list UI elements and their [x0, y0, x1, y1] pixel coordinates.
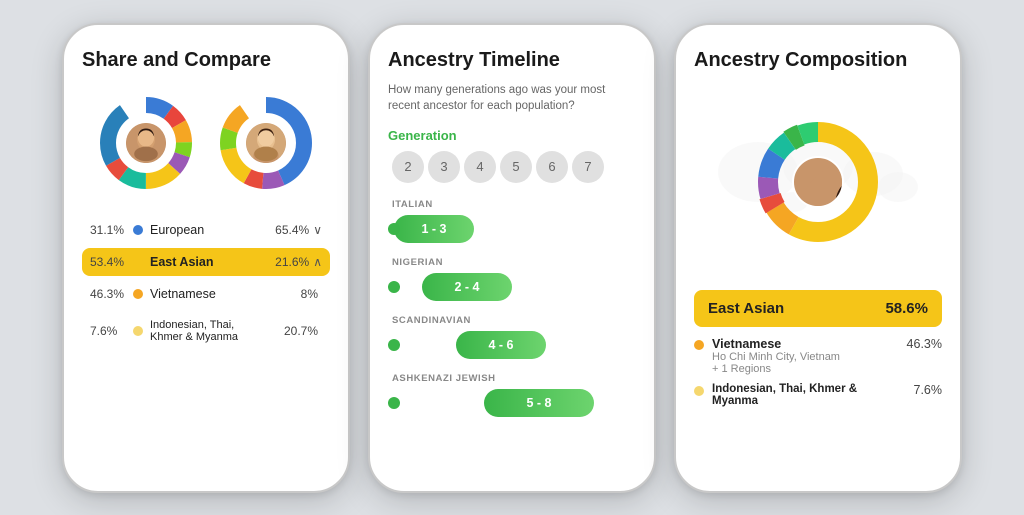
- tl-category-italian: ITALIAN: [388, 199, 636, 210]
- legend-row-vietnamese: 46.3% Vietnamese 8%: [82, 280, 330, 308]
- generation-numbers: 2 3 4 5 6 7: [388, 151, 636, 183]
- avatar-svg-2: [246, 121, 286, 165]
- p3-legend-info-indonesian: Indonesian, Thai, Khmer &Myanma: [712, 383, 906, 407]
- donut-avatar-2: [244, 121, 288, 165]
- p3-legend-row-indonesian: Indonesian, Thai, Khmer &Myanma 7.6%: [694, 383, 942, 407]
- legend-pct-left-0: 31.1%: [90, 223, 126, 237]
- gen-num-3[interactable]: 3: [428, 151, 460, 183]
- legend-label-1: East Asian: [150, 255, 275, 269]
- timeline-item-ashkenazi: ASHKENAZI JEWISH 5 - 8: [388, 373, 636, 417]
- legend-pct-right-3: 20.7%: [284, 324, 318, 338]
- gen-num-7[interactable]: 7: [572, 151, 604, 183]
- legend-pct-right-2: 8%: [301, 287, 318, 301]
- legend-dot-0: [133, 225, 143, 235]
- app-container: Share and Compare: [0, 0, 1024, 515]
- legend-pct-left-1: 53.4%: [90, 255, 126, 269]
- tl-bar-nigerian: 2 - 4: [422, 273, 512, 301]
- legend-pct-left-2: 46.3%: [90, 287, 126, 301]
- p3-dot-vietnamese: [694, 340, 704, 350]
- p3-legend-name-indonesian: Indonesian, Thai, Khmer &Myanma: [712, 383, 906, 407]
- tl-bar-row-italian: 1 - 3: [388, 215, 636, 243]
- timeline-items: ITALIAN 1 - 3 NIGERIAN 2 - 4 SCANDINAVIA…: [388, 199, 636, 477]
- tl-dot-nigerian: [388, 281, 400, 293]
- donut-avatar-1: [124, 121, 168, 165]
- generation-label: Generation: [388, 128, 636, 143]
- avatar-svg-1: [126, 121, 166, 165]
- legend-dot-2: [133, 289, 143, 299]
- timeline-item-italian: ITALIAN 1 - 3: [388, 199, 636, 243]
- phone3-title: Ancestry Composition: [694, 49, 942, 72]
- donut-chart-1: [91, 88, 201, 198]
- tl-category-nigerian: NIGERIAN: [388, 257, 636, 268]
- phone-ancestry-timeline: Ancestry Timeline How many generations a…: [368, 23, 656, 493]
- phone-ancestry-composition: Ancestry Composition: [674, 23, 962, 493]
- p3-legend-name-vietnamese: Vietnamese: [712, 337, 899, 351]
- phone1-title: Share and Compare: [82, 49, 330, 72]
- legend-pct-left-3: 7.6%: [90, 324, 126, 338]
- tl-category-ashkenazi: ASHKENAZI JEWISH: [388, 373, 636, 384]
- legend-pct-right-1: 21.6%: [275, 255, 309, 269]
- p3-legend-pct-vietnamese: 46.3%: [907, 337, 942, 351]
- donut-chart-2: [211, 88, 321, 198]
- p3-legend-pct-indonesian: 7.6%: [914, 383, 943, 397]
- gen-num-4[interactable]: 4: [464, 151, 496, 183]
- tl-dot-scandinavian: [388, 339, 400, 351]
- tl-bar-row-ashkenazi: 5 - 8: [388, 389, 636, 417]
- p3-highlight-label: East Asian: [708, 300, 784, 317]
- chevron-down-icon-0[interactable]: ∨: [313, 223, 322, 237]
- p3-avatar: [792, 156, 844, 208]
- tl-bar-row-nigerian: 2 - 4: [388, 273, 636, 301]
- legend-row-european: 31.1% European 65.4% ∨: [82, 216, 330, 244]
- timeline-item-nigerian: NIGERIAN 2 - 4: [388, 257, 636, 301]
- legend-row-east-asian[interactable]: 53.4% East Asian 21.6% ∧: [82, 248, 330, 276]
- p3-legend: Vietnamese Ho Chi Minh City, Vietnam + 1…: [694, 337, 942, 407]
- p3-legend-sub2-vietnamese: + 1 Regions: [712, 363, 899, 375]
- tl-bar-italian: 1 - 3: [394, 215, 474, 243]
- gen-num-6[interactable]: 6: [536, 151, 568, 183]
- legend-label-0: European: [150, 223, 275, 237]
- tl-category-scandinavian: SCANDINAVIAN: [388, 315, 636, 326]
- p3-east-asian-highlight[interactable]: East Asian 58.6%: [694, 290, 942, 327]
- gen-num-2[interactable]: 2: [392, 151, 424, 183]
- p3-highlight-pct: 58.6%: [885, 300, 928, 317]
- avatar-face-1: [126, 123, 166, 163]
- timeline-item-scandinavian: SCANDINAVIAN 4 - 6: [388, 315, 636, 359]
- tl-dot-italian: [388, 223, 400, 235]
- tl-bar-row-scandinavian: 4 - 6: [388, 331, 636, 359]
- phone-share-compare: Share and Compare: [62, 23, 350, 493]
- p3-chart-area: [694, 82, 942, 282]
- legend-dot-3: [133, 326, 143, 336]
- tl-bar-scandinavian: 4 - 6: [456, 331, 546, 359]
- gen-num-5[interactable]: 5: [500, 151, 532, 183]
- p3-donut-chart: [748, 112, 888, 252]
- legend-label-2: Vietnamese: [150, 287, 301, 301]
- legend-pct-right-0: 65.4%: [275, 223, 309, 237]
- legend-label-3: Indonesian, Thai,Khmer & Myanma: [150, 319, 284, 343]
- donut-row: [82, 88, 330, 198]
- phone2-title: Ancestry Timeline: [388, 49, 636, 72]
- p3-dot-indonesian: [694, 386, 704, 396]
- avatar-face-2: [246, 123, 286, 163]
- phone2-subtitle: How many generations ago was your most r…: [388, 82, 636, 114]
- legend-row-indonesian: 7.6% Indonesian, Thai,Khmer & Myanma 20.…: [82, 312, 330, 350]
- p3-legend-row-vietnamese: Vietnamese Ho Chi Minh City, Vietnam + 1…: [694, 337, 942, 375]
- p3-legend-info-vietnamese: Vietnamese Ho Chi Minh City, Vietnam + 1…: [712, 337, 899, 375]
- p3-legend-sub-vietnamese: Ho Chi Minh City, Vietnam: [712, 351, 899, 363]
- tl-bar-ashkenazi: 5 - 8: [484, 389, 594, 417]
- chevron-up-icon-1[interactable]: ∧: [313, 255, 322, 269]
- legend-table: 31.1% European 65.4% ∨ 53.4% East Asian …: [82, 216, 330, 354]
- tl-dot-ashkenazi: [388, 397, 400, 409]
- legend-dot-1: [133, 257, 143, 267]
